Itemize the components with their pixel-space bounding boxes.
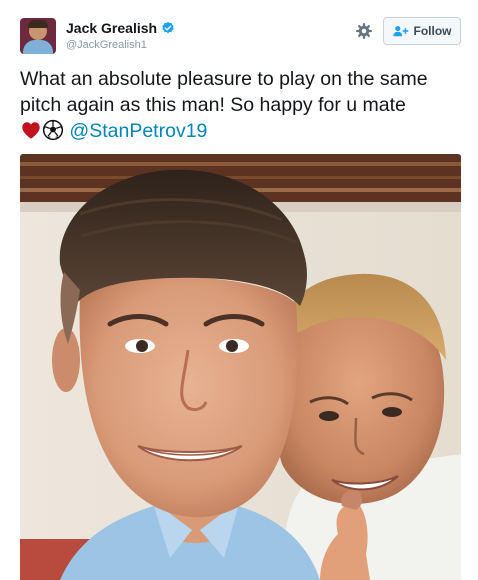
tweet-header: Jack Grealish @JackGrealish1 Follow <box>0 0 478 62</box>
tweet-text: What an absolute pleasure to play on the… <box>20 66 470 144</box>
author-display-name[interactable]: Jack Grealish <box>66 20 157 36</box>
add-user-icon <box>392 26 408 37</box>
tweet-text-line-1: What an absolute pleasure to play on the… <box>20 68 428 90</box>
follow-button[interactable]: Follow <box>383 17 461 45</box>
heart-emoji-icon <box>22 122 40 139</box>
tweet-text-line-2: pitch again as this man! So happy for u … <box>20 94 406 116</box>
author-handle[interactable]: @JackGrealish1 <box>66 39 147 51</box>
follow-label: Follow <box>413 24 452 38</box>
soccer-ball-icon <box>42 119 64 141</box>
tweet-photo[interactable] <box>20 154 461 580</box>
gear-icon[interactable] <box>355 22 373 40</box>
avatar[interactable] <box>20 18 56 54</box>
verified-badge-icon <box>162 21 174 34</box>
tweet-text-line-3: @StanPetrov19 <box>20 118 470 144</box>
mention-link[interactable]: @StanPetrov19 <box>69 120 207 142</box>
author-name-row[interactable]: Jack Grealish <box>66 20 175 36</box>
